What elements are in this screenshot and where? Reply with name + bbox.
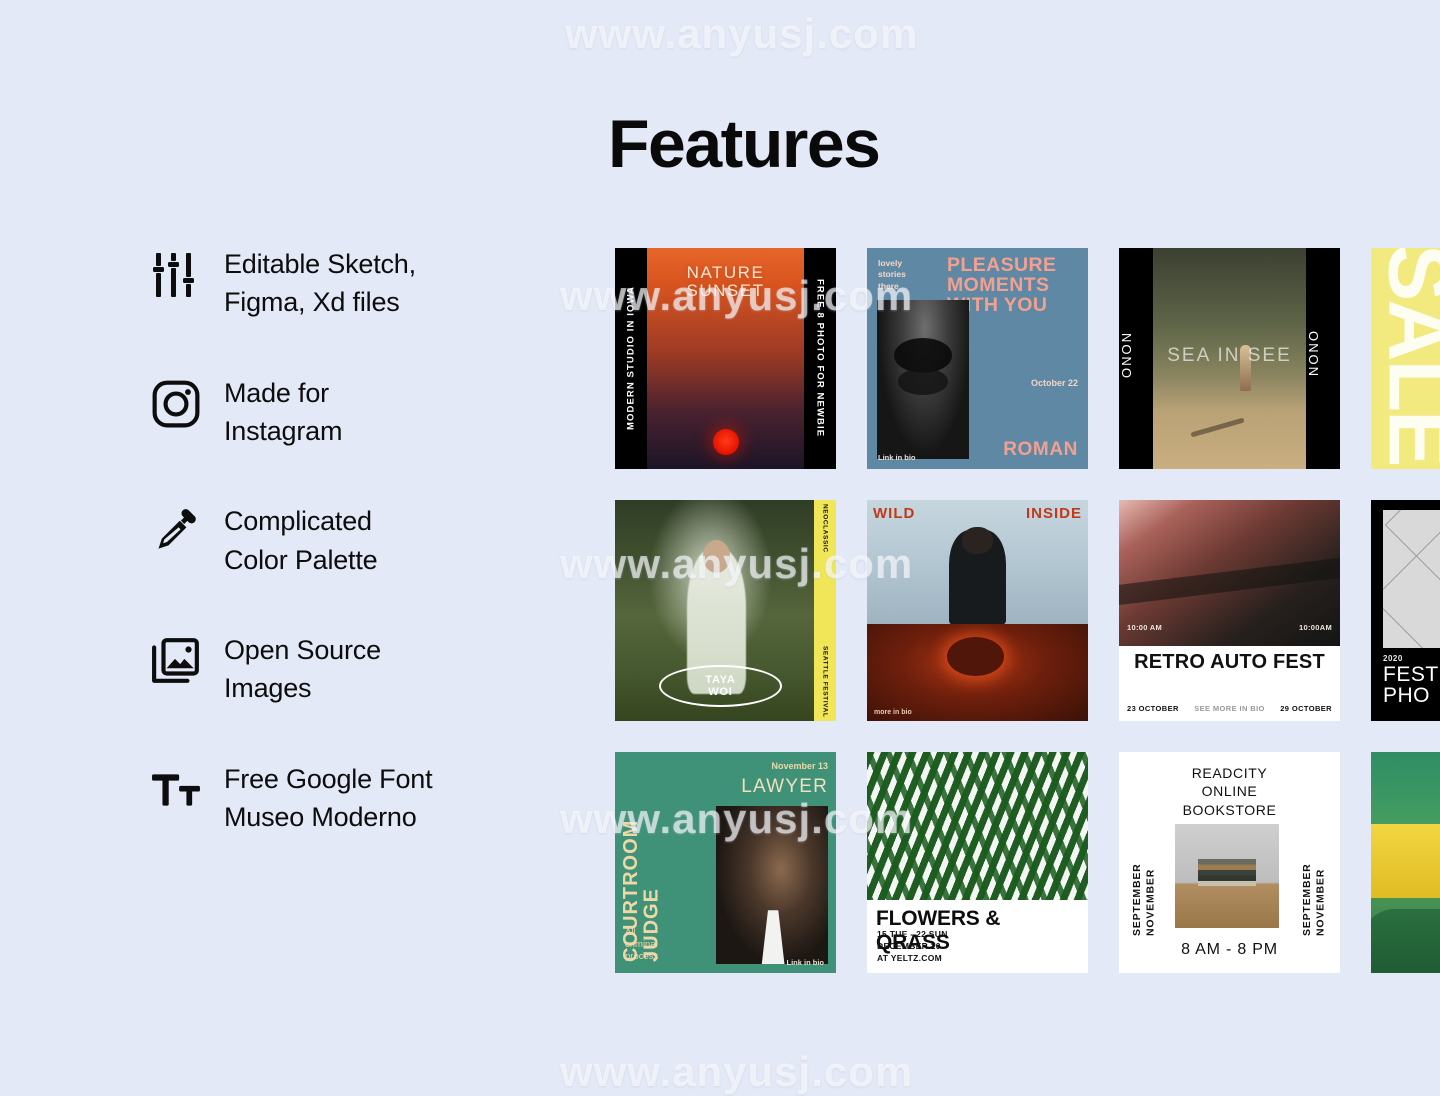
flowers-photo — [867, 752, 1088, 901]
courtroom-judge-card[interactable]: COURTROOM JUDGE November 13 LAWYER All c… — [615, 752, 836, 973]
nature-sunset-heading: NATURE SUNSET — [686, 263, 765, 300]
judge-date: November 13 — [771, 761, 828, 771]
watermark-top: www.anyusj.com — [565, 10, 919, 57]
nature-sunset-left-strip: MODERN STUDIO IN IOWA — [615, 248, 647, 469]
fest-photo-card[interactable]: 2020 FEST PHO — [1371, 500, 1440, 721]
taya-line-2: WOI — [708, 686, 733, 698]
wild-heading-right: INSIDE — [1025, 505, 1082, 522]
retro-date-left: 23 OCTOBER — [1127, 704, 1179, 713]
wild-inside-card[interactable]: WILD INSIDE more in bio — [867, 500, 1088, 721]
readcity-bookstore-card[interactable]: READCITY ONLINE BOOKSTORE SEPTEMBER NOVE… — [1119, 752, 1340, 973]
city-green-card[interactable] — [1371, 752, 1440, 973]
retro-date-right: 29 OCTOBER — [1280, 704, 1332, 713]
eyedropper-icon — [150, 506, 202, 558]
pleasure-kicker: lovely stories there — [878, 258, 906, 291]
retro-time-left: 10:00 AM — [1127, 622, 1163, 632]
feature-label: Made for Instagram — [224, 377, 343, 446]
taya-badge: TAYA WOI — [658, 665, 783, 707]
sale-card[interactable]: SALE — [1371, 248, 1440, 469]
judge-link: Link in bio — [786, 958, 825, 967]
taya-line-1: TAYA — [705, 673, 736, 686]
wild-footer: more in bio — [874, 709, 912, 716]
wild-heading-left: WILD — [873, 505, 916, 522]
sea-heading: SEA IN SEE — [1167, 345, 1292, 367]
feature-label: Complicated Color Palette — [224, 506, 378, 575]
feature-label: Editable Sketch, Figma, Xd files — [224, 249, 416, 318]
feature-item-editable-files: Editable Sketch, Figma, Xd files — [150, 245, 570, 322]
feature-item-instagram: Made for Instagram — [150, 374, 570, 451]
feature-label: Open Source Images — [224, 634, 381, 704]
feature-item-google-font: Free Google Font Museo Moderno — [150, 760, 570, 837]
retro-auto-fest-card[interactable]: 10:00 AM 10:00AM RETRO AUTO FEST 23 OCTO… — [1119, 500, 1340, 721]
pleasure-brand: ROMAN — [1003, 439, 1078, 460]
nature-sunset-right-strip: FREE 8 PHOTO FOR NEWBIE — [804, 248, 836, 469]
judge-headline: LAWYER — [741, 776, 828, 797]
fest-title: FEST PHO — [1383, 663, 1439, 707]
taya-side-strip: NEOCLASSIC SEATTLE FESTIVAL — [814, 500, 836, 721]
sea-in-see-card[interactable]: ONON ONON SEA IN SEE — [1119, 248, 1340, 469]
fest-pattern — [1383, 510, 1440, 648]
readcity-side-right: SEPTEMBER NOVEMBER — [1300, 863, 1327, 936]
feature-item-open-source-images: Open Source Images — [150, 631, 570, 708]
template-preview-grid: MODERN STUDIO IN IOWA NATURE SUNSET FREE… — [615, 248, 1440, 973]
nature-sunset-artwork: NATURE SUNSET — [647, 248, 804, 469]
features-list: Editable Sketch, Figma, Xd files Made fo… — [150, 245, 570, 836]
sliders-icon — [150, 249, 202, 301]
pleasure-moments-card[interactable]: lovely stories there PLEASURE MOMENTS WI… — [867, 248, 1088, 469]
retro-cta: SEE MORE IN BIO — [1194, 704, 1265, 713]
taya-photo: TAYA WOI — [615, 500, 814, 721]
pleasure-link: Link in bio — [878, 453, 916, 462]
retro-title: RETRO AUTO FEST — [1134, 651, 1325, 674]
readcity-side-left: SEPTEMBER NOVEMBER — [1131, 863, 1157, 936]
retro-time-right: 10:00AM — [1299, 622, 1332, 632]
page-title: Features — [608, 106, 881, 182]
readcity-photo — [1175, 824, 1279, 928]
sale-heading: SALE — [1371, 248, 1440, 466]
taya-woi-card[interactable]: TAYA WOI NEOCLASSIC SEATTLE FESTIVAL — [615, 500, 836, 721]
retro-footer-row: 23 OCTOBER SEE MORE IN BIO 29 OCTOBER — [1127, 704, 1332, 713]
taya-strip-top: NEOCLASSIC — [821, 504, 829, 553]
images-icon — [150, 635, 202, 687]
readcity-hours: 8 AM - 8 PM — [1181, 941, 1278, 958]
feature-item-color-palette: Complicated Color Palette — [150, 502, 570, 579]
sun-shape — [712, 429, 739, 455]
text-size-icon — [150, 764, 202, 816]
flowers-details: 15 TUE - 22 SUN DECEMBER 20 AT YELTZ.COM — [877, 928, 948, 963]
judge-photo — [716, 806, 828, 964]
feature-label: Free Google Font Museo Moderno — [224, 763, 433, 832]
wild-bottom-photo — [867, 623, 1088, 721]
readcity-heading: READCITY ONLINE BOOKSTORE — [1182, 765, 1277, 818]
watermark-bottom: www.anyusj.com — [560, 1048, 914, 1095]
pleasure-date: October 22 — [1030, 378, 1078, 388]
judge-note: All criminal process — [625, 926, 659, 962]
flowers-grass-card[interactable]: FLOWERS & QRASS 15 TUE - 22 SUN DECEMBER… — [867, 752, 1088, 973]
nature-sunset-card[interactable]: MODERN STUDIO IN IOWA NATURE SUNSET FREE… — [615, 248, 836, 469]
fest-year: 2020 — [1383, 654, 1403, 663]
instagram-icon — [150, 378, 202, 430]
pleasure-photo — [877, 300, 969, 459]
taya-strip-bottom: SEATTLE FESTIVAL — [821, 645, 829, 717]
